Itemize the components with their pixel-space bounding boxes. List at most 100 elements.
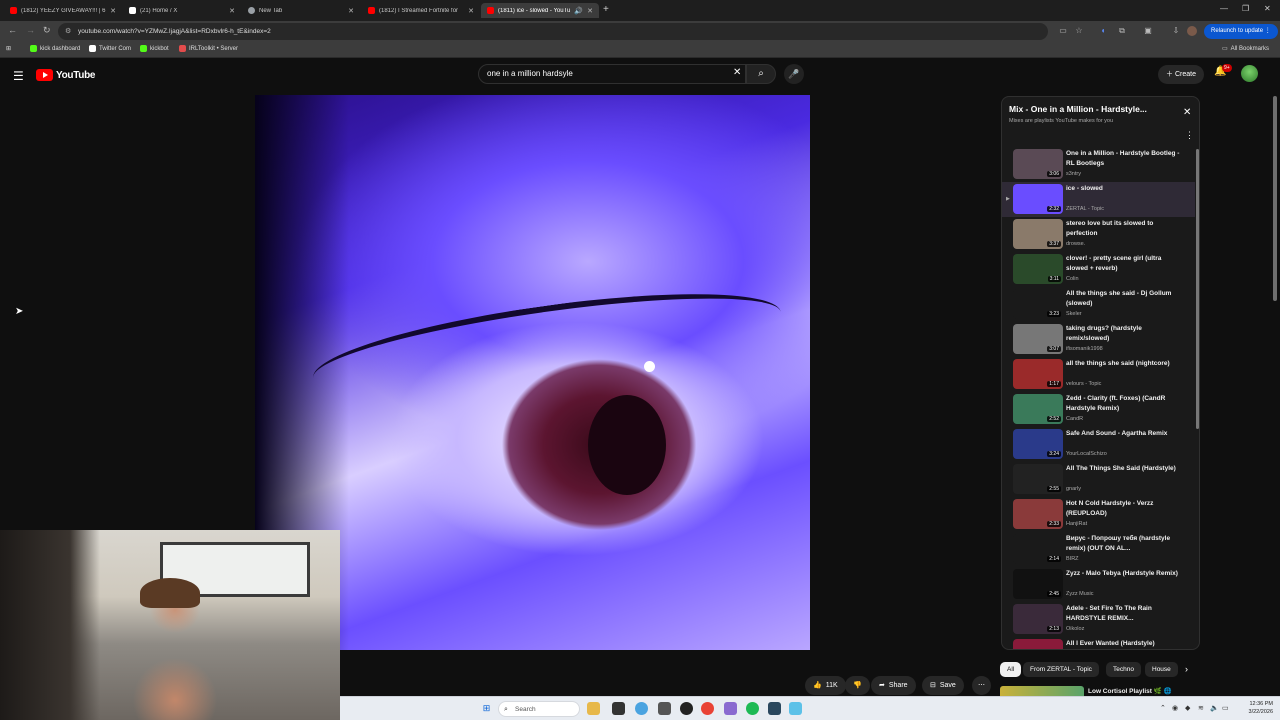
sidepanel-icon[interactable]: ▣	[1143, 26, 1153, 36]
steam-icon[interactable]	[768, 702, 781, 715]
task-view-icon[interactable]	[612, 702, 625, 715]
playlist-item[interactable]: 2:55 All The Things She Said (Hardstyle) g…	[1002, 462, 1195, 497]
chip-house[interactable]: House	[1145, 662, 1178, 677]
extensions-puzzle-icon[interactable]: ⧉	[1117, 26, 1127, 36]
voice-search-button[interactable]: 🎤	[784, 64, 804, 84]
browser-tab[interactable]: New Tab ✕	[242, 3, 360, 18]
cast-icon[interactable]: ▭	[1058, 26, 1068, 36]
logo-text: YouTube	[56, 69, 96, 81]
copilot-icon[interactable]	[635, 702, 648, 715]
tray-chevron-icon[interactable]: ⌃	[1160, 704, 1166, 712]
volume-icon[interactable]: 🔈	[1210, 704, 1219, 712]
create-button[interactable]: ＋ Create	[1158, 65, 1204, 84]
playlist-item[interactable]: 3:06 One in a Million - Hardstyle Bootleg…	[1002, 147, 1195, 182]
bookmark-kick-dashboard[interactable]: kick dashboard	[30, 45, 80, 52]
taskbar-clock[interactable]: 12:36 PM 3/22/2026	[1235, 700, 1273, 716]
playlist-item[interactable]: All I Ever Wanted (Hardstyle)	[1002, 637, 1195, 649]
playlist-subtitle: Mixes are playlists YouTube makes for yo…	[1009, 118, 1114, 124]
playlist-item[interactable]: 1:17 all the things she said (nightcore) v…	[1002, 357, 1195, 392]
playlist-item[interactable]: 3:23 All the things she said - Dj Gollum …	[1002, 287, 1195, 322]
menu-icon[interactable]: ☰	[13, 69, 24, 83]
discord-icon[interactable]	[724, 702, 737, 715]
clear-search-icon[interactable]: ✕	[733, 67, 741, 78]
save-button[interactable]: ⊟ Save	[922, 676, 964, 695]
audio-icon[interactable]: 🔊	[574, 7, 583, 15]
avatar[interactable]	[1241, 65, 1258, 82]
apps-grid-icon[interactable]: ⊞	[6, 45, 11, 52]
window-close-icon[interactable]: ✕	[1264, 4, 1271, 13]
browser-tab-active[interactable]: (1811) ice - slowed - YouTub 🔊 ✕	[481, 3, 599, 18]
chip-all[interactable]: All	[1000, 662, 1022, 677]
wifi-icon[interactable]: ≋	[1198, 704, 1204, 712]
notepad-icon[interactable]	[789, 702, 802, 715]
widgets-icon[interactable]	[587, 702, 600, 715]
playlist-item[interactable]: 3:07 taking drugs? (hardstyle remix/slowe…	[1002, 322, 1195, 357]
playlist-item[interactable]: 3:11 clover! - pretty scene girl (ultra s…	[1002, 252, 1195, 287]
playlist-title[interactable]: Mix - One in a Million - Hardstyle...	[1009, 104, 1179, 114]
battery-icon[interactable]: ▭	[1222, 704, 1229, 712]
relaunch-label: Relaunch to update	[1211, 28, 1264, 34]
all-bookmarks-button[interactable]: ▭ All Bookmarks	[1222, 45, 1269, 53]
close-playlist-icon[interactable]: ✕	[1183, 107, 1191, 118]
browser-tab[interactable]: (1812) YEEZY GIVEAWAY!!! | 67 ✕	[4, 3, 122, 18]
playlist-item[interactable]: 2:13 Adele - Set Fire To The Rain HARDSTY…	[1002, 602, 1195, 637]
bookmark-twitter[interactable]: Twitter Com	[89, 45, 131, 52]
playlist-thumbnail: 3:37	[1013, 219, 1063, 249]
download-icon[interactable]: ⇩	[1171, 26, 1181, 36]
playlist-item-title: Safe And Sound - Agartha Remix	[1066, 430, 1168, 437]
address-bar[interactable]: ⚙ youtube.com/watch?v=YZMwZ.IjagjA&list=…	[58, 23, 1048, 40]
close-tab-icon[interactable]: ✕	[229, 7, 235, 15]
tray-app-icon[interactable]: ◆	[1185, 704, 1190, 712]
chip-techno[interactable]: Techno	[1106, 662, 1141, 677]
close-tab-icon[interactable]: ✕	[468, 7, 474, 15]
chip-from-zertal[interactable]: From ZERTAL - Topic	[1023, 662, 1099, 677]
close-tab-icon[interactable]: ✕	[348, 7, 354, 15]
chrome-favicon-icon	[248, 7, 255, 14]
windows-start-icon[interactable]: ⊞	[480, 702, 493, 715]
playlist-item[interactable]: 2:33 Hot N Cold Hardstyle - Verzz (REUPLO…	[1002, 497, 1195, 532]
browser-tab[interactable]: (1812) I Streamed Fortnite for ✕	[362, 3, 480, 18]
playlist-item[interactable]: 3:37 stereo love but its slowed to perfec…	[1002, 217, 1195, 252]
relaunch-button[interactable]: Relaunch to update ⋮	[1204, 24, 1278, 39]
back-icon[interactable]: ←	[8, 25, 17, 35]
bookmark-kickbot[interactable]: kickbot	[140, 45, 169, 52]
bookmark-irltoolkit[interactable]: IRLToolkit • Server	[179, 45, 238, 52]
site-info-icon[interactable]: ⚙	[65, 23, 71, 40]
bookmark-star-icon[interactable]: ☆	[1074, 26, 1084, 36]
spotify-icon[interactable]	[746, 702, 759, 715]
forward-icon[interactable]: →	[26, 25, 35, 35]
playlist-item[interactable]: 2:52 Zedd - Clarity (ft. Foxes) (CandR Ha…	[1002, 392, 1195, 427]
maximize-icon[interactable]: ❐	[1242, 4, 1249, 13]
dislike-button[interactable]: 👎	[845, 676, 870, 695]
app-icon[interactable]	[658, 702, 671, 715]
share-button[interactable]: ➦ Share	[871, 676, 916, 695]
minimize-icon[interactable]: —	[1220, 4, 1228, 13]
more-actions-button[interactable]: ⋯	[972, 676, 991, 695]
new-tab-icon[interactable]: +	[603, 4, 609, 15]
reload-icon[interactable]: ↻	[43, 25, 51, 36]
share-icon: ➦	[879, 682, 885, 689]
playlist-scrollbar[interactable]	[1196, 149, 1199, 429]
profile-avatar-icon[interactable]	[1187, 26, 1197, 36]
tray-app-icon[interactable]: ◉	[1172, 704, 1178, 712]
playlist-item[interactable]: 2:14 Вирус - Попрошу тебя (hardstyle remi…	[1002, 532, 1195, 567]
page-scrollbar[interactable]	[1273, 96, 1277, 301]
close-tab-icon[interactable]: ✕	[110, 7, 116, 15]
playlist-item[interactable]: 3:24 Safe And Sound - Agartha Remix YourLo…	[1002, 427, 1195, 462]
chevron-right-icon[interactable]: ›	[1185, 664, 1188, 674]
playlist-more-icon[interactable]: ⋮	[1185, 130, 1194, 141]
browser-tab[interactable]: (21) Home / X ✕	[123, 3, 241, 18]
close-tab-icon[interactable]: ✕	[587, 7, 593, 15]
chrome-icon[interactable]	[701, 702, 714, 715]
obs-icon[interactable]	[680, 702, 693, 715]
playlist-item[interactable]: 2:45 Zyzz - Malo Tebya (Hardstyle Remix) Z…	[1002, 567, 1195, 602]
related-video[interactable]: Low Cortisol Playlist 🌿 🌐	[1000, 686, 1200, 696]
like-button[interactable]: 👍 11K	[805, 676, 846, 695]
youtube-logo[interactable]: YouTube	[36, 69, 96, 81]
video-glint-art	[643, 361, 655, 373]
playlist-item[interactable]: ▶ 2:32 ice - slowed ZERTAL - Topic	[1002, 182, 1195, 217]
search-input[interactable]: one in a million hardsyle	[478, 64, 746, 84]
taskbar-search[interactable]: ⌕ Search	[498, 701, 580, 717]
search-button[interactable]: ⌕	[746, 64, 776, 84]
extension-icon[interactable]: ◖	[1098, 26, 1108, 36]
